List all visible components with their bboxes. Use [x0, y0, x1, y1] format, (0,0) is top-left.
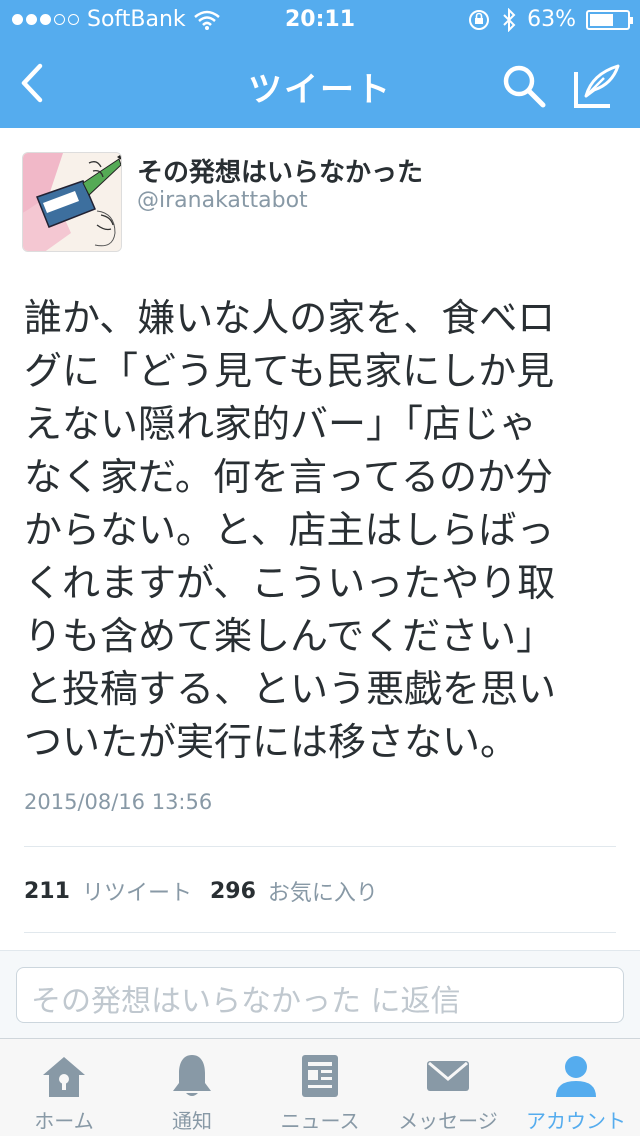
tweet-text-line: からない。と、店主はしらばっ	[24, 508, 555, 552]
tweet-text-line: 誰か、嫌いな人の家を、食べロ	[24, 296, 556, 340]
retweet-label[interactable]: リツイート	[82, 875, 192, 907]
reply-input[interactable]: その発想はいらなかった に返信	[16, 967, 624, 1023]
battery-icon	[586, 9, 633, 30]
news-icon	[302, 1055, 338, 1097]
tweet-timestamp: 2015/08/16 13:56	[24, 790, 213, 814]
tweet-text-line: ついたが実行には移さない。	[24, 720, 519, 764]
avatar[interactable]	[22, 152, 122, 252]
battery-fill	[590, 13, 613, 26]
tab-notifications[interactable]: 通知	[128, 1039, 256, 1136]
top-bar: SoftBank 20:11 63% ツイート	[0, 0, 640, 128]
compose-tweet-icon[interactable]	[572, 62, 622, 110]
retweet-count[interactable]: 211	[24, 879, 70, 904]
user-handle[interactable]: @iranakattabot	[137, 188, 308, 213]
tab-messages[interactable]: メッセージ	[384, 1039, 512, 1136]
tab-news[interactable]: ニュース	[256, 1039, 384, 1136]
favorite-count[interactable]: 296	[210, 879, 256, 904]
tweet-text-line: えない隠れ家的バー」「店じゃ	[24, 402, 538, 446]
tweet-text: 誰か、嫌いな人の家を、食べロ グに「どう見ても民家にしか見 えない隠れ家的バー」…	[24, 292, 624, 769]
avatar-illustration	[23, 153, 121, 251]
tweet-text-line: なく家だ。何を言ってるのか分	[24, 455, 553, 499]
favorite-label[interactable]: お気に入り	[268, 875, 378, 907]
status-right: 63%	[467, 7, 633, 32]
tweet-stats: 211 リツイート 296 お気に入り	[24, 875, 396, 907]
divider	[24, 932, 616, 933]
tweet-text-line: くれますが、こういったやり取	[24, 561, 556, 605]
tab-label: 通知	[172, 1109, 212, 1133]
person-icon	[556, 1056, 596, 1097]
home-icon	[43, 1057, 85, 1097]
nav-bar: ツイート	[0, 40, 640, 128]
tab-home[interactable]: ホーム	[0, 1039, 128, 1136]
bell-icon	[173, 1055, 211, 1096]
tweet-text-line: グに「どう見ても民家にしか見	[24, 349, 555, 393]
reply-bar: その発想はいらなかった に返信	[0, 950, 640, 1038]
envelope-icon	[427, 1061, 469, 1091]
bluetooth-icon	[503, 7, 516, 32]
tweet-text-line: りも含めて楽しんでください」	[24, 614, 555, 658]
tab-account[interactable]: アカウント	[512, 1039, 640, 1136]
battery-percent: 63%	[527, 7, 576, 32]
search-icon[interactable]	[500, 62, 548, 110]
tweet-text-line: と投稿する、という悪戯を思い	[24, 667, 557, 711]
tab-label: ホーム	[34, 1109, 94, 1133]
divider	[24, 846, 616, 847]
tab-label: ニュース	[280, 1109, 360, 1133]
user-name[interactable]: その発想はいらなかった	[137, 152, 423, 189]
tab-bar: ホーム 通知 ニュース メッセージ アカウント	[0, 1038, 640, 1136]
tab-label: アカウント	[526, 1109, 626, 1133]
rotation-lock-icon	[469, 9, 490, 30]
tab-label: メッセージ	[398, 1109, 498, 1133]
status-bar: SoftBank 20:11 63%	[0, 0, 640, 40]
